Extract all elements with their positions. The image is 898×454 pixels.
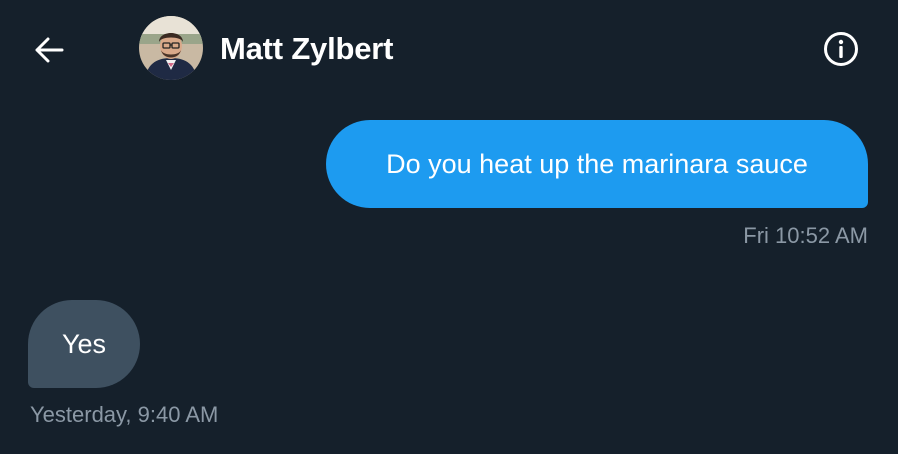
conversation-info-button[interactable]	[818, 26, 864, 72]
conversation-header: Matt Zylbert	[0, 0, 898, 100]
message-timestamp: Yesterday, 9:40 AM	[30, 402, 219, 427]
incoming-message-bubble[interactable]: Yes	[28, 300, 140, 388]
arrow-left-icon	[35, 37, 64, 63]
info-circle-icon	[824, 32, 858, 66]
contact-name[interactable]: Matt Zylbert	[220, 29, 393, 69]
back-button[interactable]	[26, 28, 72, 72]
avatar-photo	[139, 16, 203, 80]
outgoing-message-bubble[interactable]: Do you heat up the marinara sauce	[326, 120, 868, 208]
message-timestamp: Fri 10:52 AM	[743, 223, 868, 248]
avatar[interactable]	[139, 16, 203, 80]
